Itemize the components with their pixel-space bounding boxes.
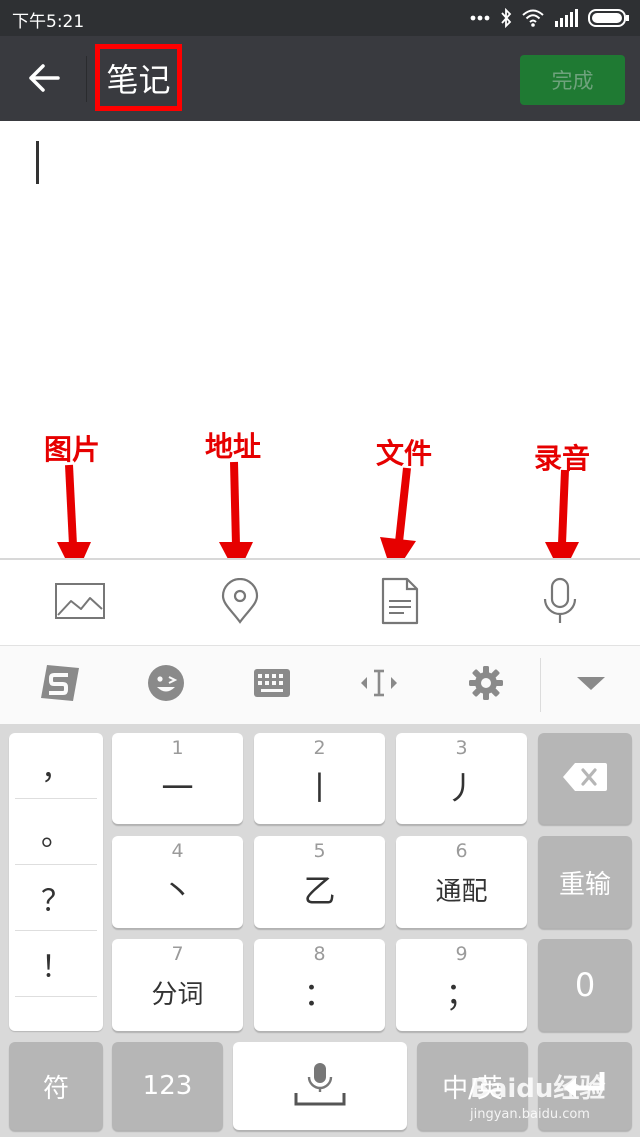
cursor-move-icon	[359, 668, 399, 702]
insert-location-button[interactable]	[210, 577, 270, 628]
backspace-key[interactable]	[538, 733, 632, 824]
zero-label: 0	[574, 966, 596, 1004]
sogou-logo-icon	[37, 662, 83, 708]
punct-question-key[interactable]: ？	[15, 865, 97, 931]
bluetooth-icon	[500, 8, 512, 28]
keyboard-switch-button[interactable]	[246, 662, 298, 708]
text-caret	[36, 141, 39, 184]
key-6[interactable]: 6 通配	[396, 836, 527, 928]
key-3[interactable]: 3 丿	[396, 733, 527, 824]
record-audio-button[interactable]	[530, 577, 590, 629]
collapse-keyboard-button[interactable]	[565, 662, 617, 708]
key-stroke: 丿	[445, 768, 478, 807]
key-stroke: 通配	[435, 876, 488, 907]
insert-image-button[interactable]	[50, 578, 110, 628]
page-title: 笔记	[106, 60, 171, 99]
insert-file-button[interactable]	[370, 577, 430, 629]
key-number: 6	[455, 840, 468, 862]
watermark-logo-text: Baidu经验	[470, 1074, 606, 1104]
baidu-watermark: Baidu经验 jingyan.baidu.com	[470, 1068, 605, 1122]
key-8[interactable]: 8 ：	[254, 939, 385, 1031]
ime-toolbar	[0, 646, 640, 724]
done-button[interactable]: 完成	[520, 55, 625, 105]
attachment-toolbar	[0, 558, 640, 646]
key-number: 7	[171, 943, 184, 965]
key-4[interactable]: 4 丶	[112, 836, 243, 928]
ime-settings-button[interactable]	[460, 662, 512, 708]
key-stroke: 分词	[151, 979, 204, 1010]
punct-period-key[interactable]: 。	[15, 799, 97, 865]
back-arrow-icon	[28, 63, 60, 97]
watermark-url: jingyan.baidu.com	[470, 1107, 590, 1122]
key-stroke: 一	[161, 768, 194, 807]
symbols-key[interactable]: 符	[9, 1042, 103, 1130]
numbers-label: 123	[142, 1071, 193, 1101]
punct-exclaim-key[interactable]: ！	[15, 931, 97, 997]
key-number: 4	[171, 840, 184, 862]
settings-icon	[468, 665, 504, 705]
key-5[interactable]: 5 乙	[254, 836, 385, 928]
key-number: 8	[313, 943, 326, 965]
space-key[interactable]	[233, 1042, 407, 1130]
symbols-label: 符	[42, 1073, 69, 1104]
key-9[interactable]: 9 ；	[396, 939, 527, 1031]
key-stroke: ：	[303, 975, 336, 1013]
keyboard-icon	[253, 668, 291, 702]
key-number: 1	[171, 737, 184, 759]
title-highlight-box: 笔记	[95, 44, 182, 111]
key-0[interactable]: 0	[538, 939, 632, 1031]
emoji-button[interactable]	[140, 662, 192, 708]
status-bar: 下午5:21	[0, 0, 640, 36]
cursor-move-button[interactable]	[353, 662, 405, 708]
key-stroke: ；	[445, 975, 478, 1013]
signal-icon	[554, 9, 578, 27]
annotation-location-label: 地址	[205, 430, 262, 463]
emoji-icon	[147, 664, 185, 706]
key-1[interactable]: 1 一	[112, 733, 243, 824]
annotation-audio-label: 录音	[534, 442, 591, 475]
punctuation-column: ， 。 ？ ！	[9, 733, 103, 1031]
key-stroke: 乙	[303, 872, 336, 910]
note-editor[interactable]	[0, 121, 640, 558]
reinput-label: 重输	[558, 869, 611, 900]
image-icon	[54, 581, 106, 625]
key-number: 9	[455, 943, 468, 965]
status-icons	[470, 6, 630, 30]
battery-icon	[588, 9, 630, 27]
key-stroke: 丶	[161, 872, 194, 910]
location-icon	[220, 577, 260, 628]
key-number: 2	[313, 737, 326, 759]
collapse-icon	[576, 675, 606, 695]
annotation-file-label: 文件	[376, 437, 433, 470]
punct-comma-key[interactable]: ，	[15, 733, 97, 799]
wifi-icon	[522, 9, 544, 27]
back-button[interactable]	[22, 58, 66, 102]
microphone-icon	[540, 577, 580, 629]
status-time: 下午5:21	[12, 12, 85, 32]
sogou-logo-button[interactable]	[34, 662, 86, 708]
title-divider	[86, 56, 87, 102]
key-stroke: 丨	[303, 768, 336, 807]
backspace-icon	[562, 761, 608, 797]
more-dots-icon	[470, 15, 490, 21]
numbers-key[interactable]: 123	[112, 1042, 223, 1130]
annotation-image-label: 图片	[44, 433, 101, 466]
key-2[interactable]: 2 丨	[254, 733, 385, 824]
reinput-key[interactable]: 重输	[538, 836, 632, 928]
key-7[interactable]: 7 分词	[112, 939, 243, 1031]
key-number: 3	[455, 737, 468, 759]
key-number: 5	[313, 840, 326, 862]
file-icon	[380, 577, 420, 629]
title-bar: 笔记 完成	[0, 36, 640, 121]
ime-toolbar-divider	[540, 658, 541, 712]
mic-space-icon	[293, 1061, 347, 1111]
